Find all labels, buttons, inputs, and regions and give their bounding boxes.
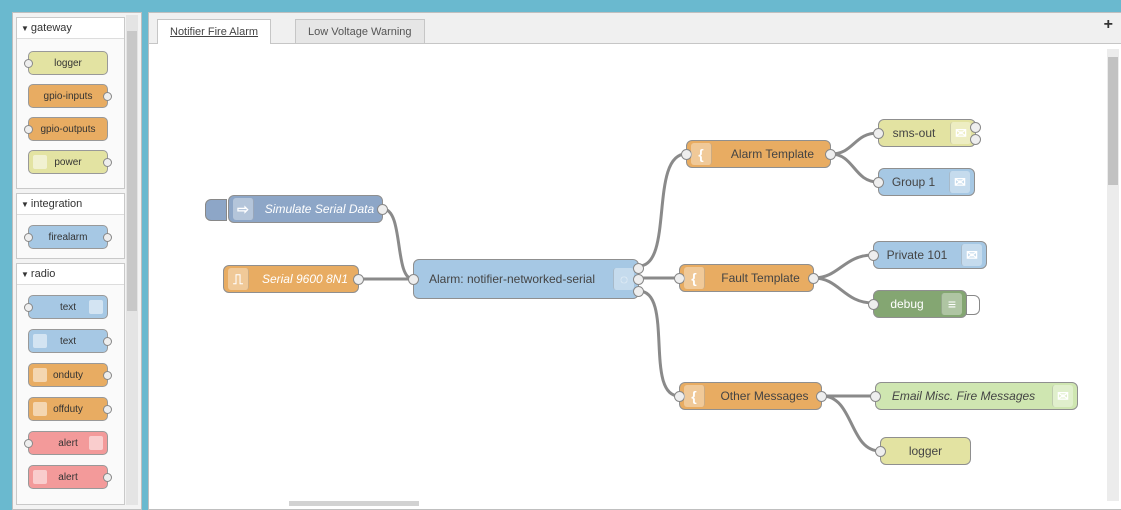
- input-port: [24, 59, 33, 68]
- node-email-misc-fire-messages[interactable]: Email Misc. Fire Messages ✉: [870, 382, 1078, 410]
- output-port: [103, 158, 112, 167]
- node-sms-out[interactable]: sms-out ✉: [873, 119, 981, 147]
- output-port[interactable]: [353, 274, 364, 285]
- category-header-gateway[interactable]: ▼ gateway: [17, 18, 124, 39]
- debug-toggle-button[interactable]: [966, 295, 980, 315]
- collapse-arrow-icon: ▼: [21, 24, 29, 33]
- radio-icon: [33, 334, 47, 348]
- palette-node-alert-out[interactable]: alert: [24, 431, 108, 455]
- palette-category-gateway: ▼ gateway logger gpio-inputs gpio-outputs…: [16, 17, 125, 189]
- category-header-radio[interactable]: ▼ radio: [17, 264, 124, 285]
- input-port: [24, 303, 33, 312]
- power-icon: [33, 155, 47, 169]
- output-port[interactable]: [816, 391, 827, 402]
- node-palette: ▼ gateway logger gpio-inputs gpio-outputs…: [12, 12, 142, 510]
- node-other-messages[interactable]: { Other Messages: [674, 382, 827, 410]
- palette-category-integration: ▼ integration firealarm: [16, 193, 125, 259]
- node-alarm-notifier[interactable]: Alarm: notifier-networked-serial ◌: [408, 259, 644, 299]
- output-port[interactable]: [808, 273, 819, 284]
- radio-icon: ✉: [949, 171, 970, 193]
- node-private-101[interactable]: Private 101 ✉: [868, 241, 987, 269]
- collapse-arrow-icon: ▼: [21, 200, 29, 209]
- wire-simulate-alarm[interactable]: [382, 207, 414, 281]
- wire-alarm-other-messages[interactable]: [638, 289, 680, 398]
- serial-icon: ⎍: [228, 268, 249, 290]
- template-brace-icon: {: [684, 267, 705, 289]
- output-port: [103, 473, 112, 482]
- output-port: [103, 92, 112, 101]
- palette-category-radio: ▼ radio text text onduty offduty alert al…: [16, 263, 125, 505]
- palette-node-onduty[interactable]: onduty: [28, 363, 112, 387]
- output-port: [103, 405, 112, 414]
- output-port[interactable]: [825, 149, 836, 160]
- envelope-icon: ✉: [1052, 385, 1073, 407]
- palette-node-firealarm[interactable]: firealarm: [24, 225, 112, 249]
- flow-workspace[interactable]: Notifier Fire Alarm Low Voltage Warning …: [148, 12, 1121, 510]
- wire-alarm-alarm-template[interactable]: [638, 152, 687, 268]
- palette-scrollbar-thumb[interactable]: [127, 31, 137, 311]
- wire-fault-template-private101[interactable]: [813, 253, 874, 280]
- wire-alarm-template-group1[interactable]: [830, 152, 879, 184]
- output-port[interactable]: [377, 204, 388, 215]
- node-fault-template[interactable]: { Fault Template: [674, 264, 819, 292]
- palette-node-offduty[interactable]: offduty: [28, 397, 112, 421]
- output-port: [103, 371, 112, 380]
- alarm-bell-icon: ◌: [613, 268, 634, 290]
- node-simulate-serial-data[interactable]: ⇨ Simulate Serial Data: [205, 195, 388, 223]
- palette-node-alert-in[interactable]: alert: [28, 465, 112, 489]
- arrow-right-icon: ⇨: [233, 198, 254, 220]
- output-port-1[interactable]: [970, 122, 981, 133]
- user-icon: [33, 368, 47, 382]
- output-port: [103, 337, 112, 346]
- wire-other-messages-logger[interactable]: [821, 394, 881, 453]
- radio-icon: ✉: [961, 244, 982, 266]
- collapse-arrow-icon: ▼: [21, 270, 29, 279]
- palette-node-gpio-outputs[interactable]: gpio-outputs: [24, 117, 108, 141]
- palette-node-logger[interactable]: logger: [24, 51, 108, 75]
- debug-list-icon: ≡: [941, 293, 962, 315]
- user-icon: [33, 402, 47, 416]
- inject-button[interactable]: [205, 199, 227, 221]
- radio-icon: [89, 300, 103, 314]
- alert-icon: [89, 436, 103, 450]
- output-port-3[interactable]: [633, 286, 644, 297]
- output-port-2[interactable]: [970, 134, 981, 145]
- palette-node-text-in[interactable]: text: [28, 329, 112, 353]
- wire-alarm-template-sms-out[interactable]: [830, 131, 879, 156]
- node-group-1[interactable]: Group 1 ✉: [873, 168, 975, 196]
- envelope-icon: ✉: [950, 122, 971, 144]
- alert-icon: [33, 470, 47, 484]
- palette-node-gpio-inputs[interactable]: gpio-inputs: [28, 84, 112, 108]
- input-port: [24, 233, 33, 242]
- output-port-2[interactable]: [633, 274, 644, 285]
- input-port: [24, 125, 33, 134]
- flow-canvas[interactable]: ⇨ Simulate Serial Data ⎍ Serial 9600 8N1…: [149, 13, 1121, 509]
- template-brace-icon: {: [691, 143, 712, 165]
- palette-node-text-out[interactable]: text: [24, 295, 108, 319]
- output-port: [103, 233, 112, 242]
- input-port: [24, 439, 33, 448]
- template-brace-icon: {: [684, 385, 705, 407]
- palette-scrollbar[interactable]: [126, 15, 138, 505]
- output-port-1[interactable]: [633, 263, 644, 274]
- wire-fault-template-debug[interactable]: [813, 276, 874, 305]
- node-alarm-template[interactable]: { Alarm Template: [681, 140, 836, 168]
- category-header-integration[interactable]: ▼ integration: [17, 194, 124, 215]
- palette-node-power[interactable]: power: [28, 150, 112, 174]
- node-serial-9600[interactable]: ⎍ Serial 9600 8N1: [223, 265, 364, 293]
- node-logger[interactable]: logger: [875, 437, 971, 465]
- node-debug[interactable]: debug ≡: [868, 290, 980, 318]
